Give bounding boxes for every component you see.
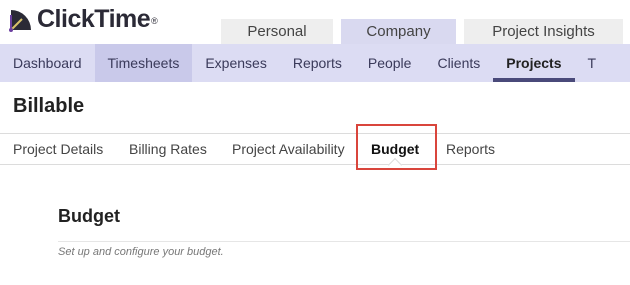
nav-truncated-item[interactable]: T (575, 44, 610, 82)
nav-expenses[interactable]: Expenses (192, 44, 279, 82)
section-description: Set up and configure your budget. (58, 246, 224, 258)
top-bar: ClickTime ® Personal Company Project Ins… (0, 0, 630, 44)
section-divider (58, 241, 630, 242)
top-tabs: Personal Company Project Insights (221, 19, 630, 44)
nav-dashboard[interactable]: Dashboard (0, 44, 95, 82)
tab-personal[interactable]: Personal (221, 19, 333, 44)
project-sub-nav: Project Details Billing Rates Project Av… (0, 133, 630, 165)
clicktime-logo[interactable]: ClickTime ® (8, 4, 158, 34)
nav-reports[interactable]: Reports (280, 44, 355, 82)
subtab-billing-rates[interactable]: Billing Rates (129, 134, 207, 164)
nav-clients[interactable]: Clients (424, 44, 493, 82)
nav-timesheets[interactable]: Timesheets (94, 44, 193, 82)
clock-icon (8, 6, 34, 32)
subtab-reports[interactable]: Reports (446, 134, 495, 164)
logo-text: ClickTime (37, 4, 151, 33)
subtab-project-availability[interactable]: Project Availability (232, 134, 345, 164)
registered-mark: ® (151, 16, 158, 26)
subtab-project-details[interactable]: Project Details (13, 134, 103, 164)
nav-projects[interactable]: Projects (493, 44, 575, 82)
tab-company[interactable]: Company (341, 19, 456, 44)
page-title: Billable (13, 95, 85, 117)
section-title: Budget (58, 206, 120, 226)
main-nav: Dashboard Timesheets Expenses Reports Pe… (0, 44, 630, 82)
nav-people[interactable]: People (355, 44, 425, 82)
budget-highlight-box (356, 124, 437, 170)
tab-project-insights[interactable]: Project Insights (464, 19, 623, 44)
